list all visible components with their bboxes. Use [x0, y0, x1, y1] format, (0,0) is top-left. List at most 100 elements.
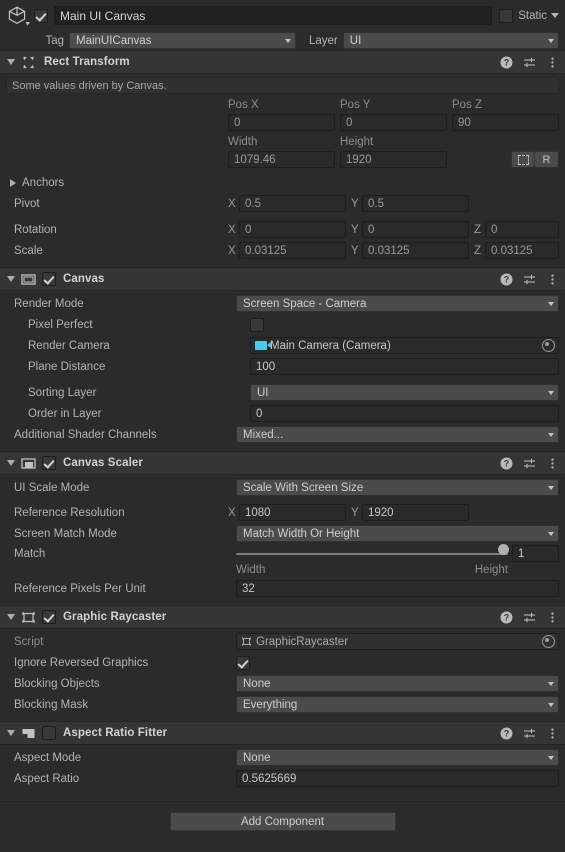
- graphic-raycaster-header[interactable]: Graphic Raycaster ?: [0, 605, 565, 629]
- screen-match-mode-dropdown[interactable]: Match Width Or Height: [236, 525, 559, 542]
- ignore-reversed-checkbox[interactable]: [236, 655, 250, 670]
- preset-icon[interactable]: [523, 56, 536, 69]
- match-slider-handle[interactable]: [498, 543, 509, 555]
- help-icon[interactable]: ?: [500, 611, 513, 624]
- rotation-x-axis: X: [228, 223, 236, 236]
- foldout-arrow-icon[interactable]: [4, 59, 18, 65]
- gameobject-active-checkbox[interactable]: [34, 8, 48, 23]
- kebab-menu-icon[interactable]: [546, 611, 559, 624]
- component-title: Aspect Ratio Fitter: [63, 727, 168, 739]
- foldout-arrow-icon[interactable]: [4, 614, 18, 620]
- help-icon[interactable]: ?: [500, 727, 513, 740]
- shader-channels-dropdown[interactable]: Mixed...: [236, 426, 559, 443]
- canvas-scaler-header[interactable]: Canvas Scaler ?: [0, 451, 565, 475]
- aspect-mode-value: None: [243, 751, 271, 764]
- gameobject-name-input[interactable]: Main UI Canvas: [54, 6, 493, 25]
- kebab-menu-icon[interactable]: [546, 273, 559, 286]
- canvas-scaler-enabled-checkbox[interactable]: [42, 456, 56, 470]
- raw-edit-button[interactable]: R: [535, 151, 559, 168]
- render-mode-dropdown[interactable]: Screen Space - Camera: [236, 295, 559, 312]
- help-icon[interactable]: ?: [500, 457, 513, 470]
- match-max-label: Height: [474, 563, 508, 576]
- sorting-layer-label: Sorting Layer: [28, 386, 97, 399]
- pixel-perfect-checkbox[interactable]: [250, 317, 264, 332]
- chevron-down-icon: [548, 681, 554, 686]
- svg-text:?: ?: [504, 728, 510, 738]
- help-icon[interactable]: ?: [500, 56, 513, 69]
- rotation-z-axis: Z: [474, 223, 482, 236]
- pivot-x-input[interactable]: 0.5: [239, 195, 346, 212]
- preset-icon[interactable]: [523, 727, 536, 740]
- blocking-objects-dropdown[interactable]: None: [236, 675, 559, 692]
- object-picker-icon[interactable]: [542, 339, 555, 352]
- kebab-menu-icon[interactable]: [546, 56, 559, 69]
- scale-x-input[interactable]: 0.03125: [239, 242, 346, 259]
- blocking-mask-dropdown[interactable]: Everything: [236, 696, 559, 713]
- pos-y-input[interactable]: 0: [340, 114, 447, 131]
- add-component-button[interactable]: Add Component: [169, 812, 396, 831]
- static-dropdown-arrow-icon[interactable]: [551, 13, 559, 18]
- render-camera-objectfield[interactable]: Main Camera (Camera): [250, 337, 559, 354]
- match-min-label: Width: [236, 563, 266, 576]
- height-input[interactable]: 1920: [340, 151, 447, 168]
- ref-res-x-axis: X: [228, 506, 236, 519]
- blueprint-mode-button[interactable]: [511, 151, 535, 168]
- reference-ppu-input[interactable]: 32: [236, 580, 559, 597]
- static-checkbox[interactable]: [499, 8, 514, 23]
- blocking-mask-value: Everything: [243, 698, 298, 711]
- scale-x-value: 0.03125: [245, 244, 287, 257]
- pivot-label: Pivot: [14, 197, 40, 210]
- ref-res-y-input[interactable]: 1920: [362, 504, 469, 521]
- foldout-arrow-icon[interactable]: [4, 276, 18, 282]
- foldout-arrow-icon[interactable]: [10, 178, 16, 187]
- rect-transform-header[interactable]: Rect Transform ?: [0, 50, 565, 74]
- pos-y-value: 0: [346, 116, 353, 129]
- layer-dropdown[interactable]: UI: [342, 32, 559, 49]
- rotation-label: Rotation: [14, 223, 57, 236]
- aspect-ratio-input[interactable]: 0.5625669: [236, 770, 559, 787]
- ui-scale-mode-dropdown[interactable]: Scale With Screen Size: [236, 479, 559, 496]
- preset-icon[interactable]: [523, 457, 536, 470]
- aspect-ratio-fitter-header[interactable]: Aspect Ratio Fitter ?: [0, 721, 565, 745]
- width-input[interactable]: 1079.46: [228, 151, 335, 168]
- kebab-menu-icon[interactable]: [546, 727, 559, 740]
- ref-res-x-input[interactable]: 1080: [239, 504, 346, 521]
- aspect-ratio-fitter-enabled-checkbox[interactable]: [42, 726, 56, 740]
- pos-z-input[interactable]: 90: [452, 114, 559, 131]
- cube-icon[interactable]: [6, 5, 32, 27]
- tag-dropdown[interactable]: MainUICanvas: [69, 32, 296, 49]
- anchors-foldout[interactable]: Anchors: [6, 173, 559, 192]
- order-in-layer-input[interactable]: 0: [250, 405, 559, 422]
- svg-text:?: ?: [504, 458, 510, 468]
- rotation-z-input[interactable]: 0: [485, 221, 559, 238]
- rotation-y-input[interactable]: 0: [362, 221, 469, 238]
- object-picker-icon[interactable]: [542, 635, 555, 648]
- canvas-header[interactable]: Canvas ?: [0, 267, 565, 291]
- aspect-mode-dropdown[interactable]: None: [236, 749, 559, 766]
- graphic-raycaster-enabled-checkbox[interactable]: [42, 610, 56, 624]
- scale-z-input[interactable]: 0.03125: [485, 242, 559, 259]
- preset-icon[interactable]: [523, 273, 536, 286]
- foldout-arrow-icon[interactable]: [4, 730, 18, 736]
- help-icon[interactable]: ?: [500, 273, 513, 286]
- reference-resolution-row: Reference Resolution X 1080 Y 1920: [6, 503, 559, 522]
- pos-z-value: 90: [458, 116, 471, 129]
- pos-y-header: Pos Y: [340, 99, 371, 111]
- foldout-arrow-icon[interactable]: [4, 460, 18, 466]
- plane-distance-input[interactable]: 100: [250, 358, 559, 375]
- sorting-layer-dropdown[interactable]: UI: [250, 384, 559, 401]
- static-toggle-group[interactable]: Static: [499, 8, 559, 23]
- rotation-x-input[interactable]: 0: [239, 221, 346, 238]
- pos-x-input[interactable]: 0: [228, 114, 335, 131]
- chevron-down-icon: [548, 485, 554, 490]
- preset-icon[interactable]: [523, 611, 536, 624]
- driven-info-text: Some values driven by Canvas.: [12, 79, 167, 92]
- kebab-menu-icon[interactable]: [546, 457, 559, 470]
- match-slider[interactable]: [236, 543, 509, 559]
- canvas-enabled-checkbox[interactable]: [42, 272, 56, 286]
- blocking-mask-row: Blocking Mask Everything: [6, 695, 559, 714]
- match-value-input[interactable]: 1: [512, 545, 559, 562]
- pivot-y-input[interactable]: 0.5: [362, 195, 469, 212]
- scale-y-input[interactable]: 0.03125: [362, 242, 469, 259]
- reference-ppu-value: 32: [242, 582, 255, 595]
